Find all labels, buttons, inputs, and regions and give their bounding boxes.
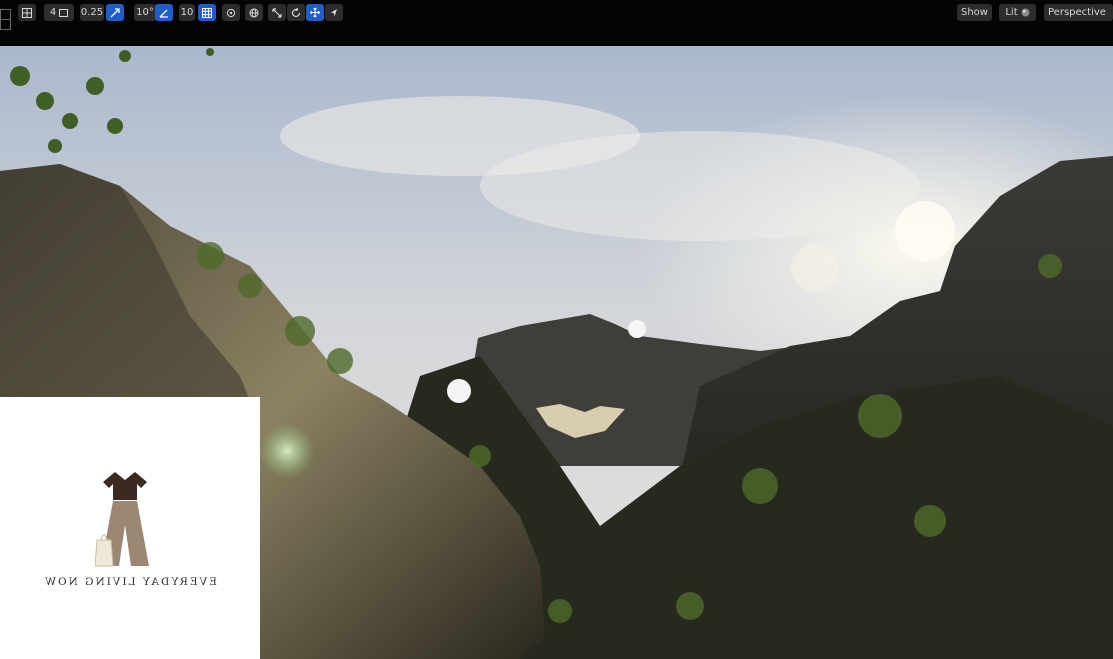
move-tool-icon[interactable] [306, 4, 324, 21]
grid-snap-toggle[interactable] [198, 4, 216, 21]
logo-text: EVERYDAY LIVING NOW [43, 576, 217, 588]
dress-logo-icon [95, 472, 149, 567]
layout-icon[interactable] [18, 4, 36, 21]
logo-card: EVERYDAY LIVING NOW [0, 397, 260, 659]
rotate-tool-icon[interactable] [287, 4, 305, 21]
perspective-label: Perspective [1048, 7, 1106, 18]
angle-icon [159, 9, 168, 18]
show-button[interactable]: Show [957, 4, 992, 21]
viewport-corner-icon [0, 9, 11, 30]
grid-snap-value[interactable]: 10 [179, 4, 195, 21]
grid-icon [202, 7, 212, 18]
rotation-snap-value[interactable]: 10° [134, 4, 156, 21]
camera-speed-button[interactable]: 4 [44, 4, 74, 21]
world-local-icon[interactable] [245, 4, 263, 21]
viewport-toolbar: 4 0.25 10° 10 Show Lit Perspective [0, 0, 1113, 46]
lit-button[interactable]: Lit [999, 4, 1036, 21]
lit-label: Lit [1005, 7, 1018, 18]
scale-icon [110, 7, 120, 17]
rotation-snap-toggle[interactable] [155, 4, 173, 21]
scale-snap-toggle[interactable] [106, 4, 124, 21]
perspective-button[interactable]: Perspective [1044, 4, 1113, 21]
select-tool-icon[interactable] [325, 4, 343, 21]
sphere-icon [1021, 8, 1030, 17]
camera-icon [59, 8, 69, 17]
scale-tool-icon[interactable] [268, 4, 286, 21]
camera-speed-value: 4 [49, 7, 57, 18]
surface-snap-icon[interactable] [222, 4, 240, 21]
snap-distance-value[interactable]: 0.25 [80, 4, 104, 21]
